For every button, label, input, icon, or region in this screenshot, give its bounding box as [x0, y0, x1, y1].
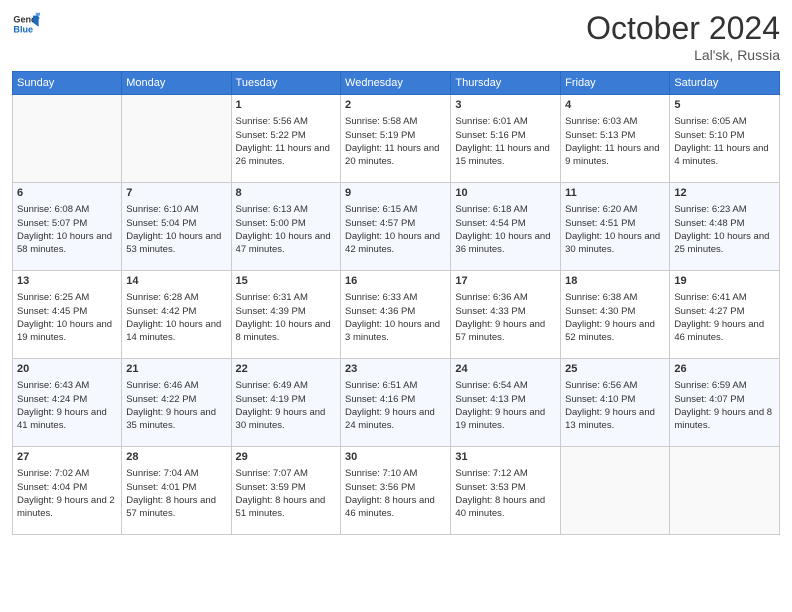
calendar-cell: 10Sunrise: 6:18 AMSunset: 4:54 PMDayligh… [451, 183, 561, 271]
week-row-5: 27Sunrise: 7:02 AMSunset: 4:04 PMDayligh… [13, 447, 780, 535]
day-number: 2 [345, 98, 446, 113]
logo: General Blue [12, 10, 40, 38]
day-number: 19 [674, 274, 775, 289]
calendar-cell: 31Sunrise: 7:12 AMSunset: 3:53 PMDayligh… [451, 447, 561, 535]
day-header-sunday: Sunday [13, 72, 122, 95]
week-row-3: 13Sunrise: 6:25 AMSunset: 4:45 PMDayligh… [13, 271, 780, 359]
day-number: 12 [674, 186, 775, 201]
calendar-cell [122, 95, 231, 183]
day-number: 24 [455, 362, 556, 377]
calendar-cell: 27Sunrise: 7:02 AMSunset: 4:04 PMDayligh… [13, 447, 122, 535]
location: Lal'sk, Russia [586, 47, 780, 63]
day-number: 3 [455, 98, 556, 113]
calendar-cell: 17Sunrise: 6:36 AMSunset: 4:33 PMDayligh… [451, 271, 561, 359]
calendar-cell: 2Sunrise: 5:58 AMSunset: 5:19 PMDaylight… [341, 95, 451, 183]
day-number: 21 [126, 362, 226, 377]
day-number: 29 [236, 450, 336, 465]
day-number: 14 [126, 274, 226, 289]
calendar-cell: 12Sunrise: 6:23 AMSunset: 4:48 PMDayligh… [670, 183, 780, 271]
day-number: 16 [345, 274, 446, 289]
calendar-cell [670, 447, 780, 535]
svg-text:Blue: Blue [13, 24, 33, 34]
calendar-cell: 15Sunrise: 6:31 AMSunset: 4:39 PMDayligh… [231, 271, 340, 359]
calendar-cell: 3Sunrise: 6:01 AMSunset: 5:16 PMDaylight… [451, 95, 561, 183]
day-number: 5 [674, 98, 775, 113]
day-number: 6 [17, 186, 117, 201]
calendar-cell: 19Sunrise: 6:41 AMSunset: 4:27 PMDayligh… [670, 271, 780, 359]
calendar-cell: 6Sunrise: 6:08 AMSunset: 5:07 PMDaylight… [13, 183, 122, 271]
day-number: 9 [345, 186, 446, 201]
calendar-cell: 30Sunrise: 7:10 AMSunset: 3:56 PMDayligh… [341, 447, 451, 535]
day-number: 15 [236, 274, 336, 289]
logo-icon: General Blue [12, 10, 40, 38]
calendar-cell: 9Sunrise: 6:15 AMSunset: 4:57 PMDaylight… [341, 183, 451, 271]
calendar-cell: 1Sunrise: 5:56 AMSunset: 5:22 PMDaylight… [231, 95, 340, 183]
day-header-friday: Friday [561, 72, 670, 95]
calendar-cell: 11Sunrise: 6:20 AMSunset: 4:51 PMDayligh… [561, 183, 670, 271]
calendar-cell: 4Sunrise: 6:03 AMSunset: 5:13 PMDaylight… [561, 95, 670, 183]
day-number: 25 [565, 362, 665, 377]
day-number: 1 [236, 98, 336, 113]
week-row-2: 6Sunrise: 6:08 AMSunset: 5:07 PMDaylight… [13, 183, 780, 271]
day-number: 17 [455, 274, 556, 289]
calendar-cell: 24Sunrise: 6:54 AMSunset: 4:13 PMDayligh… [451, 359, 561, 447]
day-number: 23 [345, 362, 446, 377]
calendar-cell: 13Sunrise: 6:25 AMSunset: 4:45 PMDayligh… [13, 271, 122, 359]
calendar-cell [561, 447, 670, 535]
title-block: October 2024 Lal'sk, Russia [586, 10, 780, 63]
calendar-cell: 20Sunrise: 6:43 AMSunset: 4:24 PMDayligh… [13, 359, 122, 447]
header: General Blue October 2024 Lal'sk, Russia [12, 10, 780, 63]
week-row-4: 20Sunrise: 6:43 AMSunset: 4:24 PMDayligh… [13, 359, 780, 447]
day-number: 27 [17, 450, 117, 465]
calendar-cell: 25Sunrise: 6:56 AMSunset: 4:10 PMDayligh… [561, 359, 670, 447]
day-header-monday: Monday [122, 72, 231, 95]
day-number: 28 [126, 450, 226, 465]
header-row: SundayMondayTuesdayWednesdayThursdayFrid… [13, 72, 780, 95]
day-number: 26 [674, 362, 775, 377]
calendar-cell: 7Sunrise: 6:10 AMSunset: 5:04 PMDaylight… [122, 183, 231, 271]
day-number: 31 [455, 450, 556, 465]
day-header-saturday: Saturday [670, 72, 780, 95]
calendar-cell: 14Sunrise: 6:28 AMSunset: 4:42 PMDayligh… [122, 271, 231, 359]
calendar-cell: 5Sunrise: 6:05 AMSunset: 5:10 PMDaylight… [670, 95, 780, 183]
day-number: 18 [565, 274, 665, 289]
calendar-cell: 18Sunrise: 6:38 AMSunset: 4:30 PMDayligh… [561, 271, 670, 359]
week-row-1: 1Sunrise: 5:56 AMSunset: 5:22 PMDaylight… [13, 95, 780, 183]
day-header-tuesday: Tuesday [231, 72, 340, 95]
calendar-page: General Blue October 2024 Lal'sk, Russia… [0, 0, 792, 612]
day-header-wednesday: Wednesday [341, 72, 451, 95]
day-number: 22 [236, 362, 336, 377]
day-number: 4 [565, 98, 665, 113]
day-number: 11 [565, 186, 665, 201]
day-number: 30 [345, 450, 446, 465]
calendar-cell: 21Sunrise: 6:46 AMSunset: 4:22 PMDayligh… [122, 359, 231, 447]
calendar-cell: 23Sunrise: 6:51 AMSunset: 4:16 PMDayligh… [341, 359, 451, 447]
calendar-cell: 8Sunrise: 6:13 AMSunset: 5:00 PMDaylight… [231, 183, 340, 271]
calendar-cell: 29Sunrise: 7:07 AMSunset: 3:59 PMDayligh… [231, 447, 340, 535]
day-header-thursday: Thursday [451, 72, 561, 95]
calendar-cell: 28Sunrise: 7:04 AMSunset: 4:01 PMDayligh… [122, 447, 231, 535]
day-number: 20 [17, 362, 117, 377]
day-number: 10 [455, 186, 556, 201]
day-number: 13 [17, 274, 117, 289]
day-number: 7 [126, 186, 226, 201]
calendar-cell [13, 95, 122, 183]
day-number: 8 [236, 186, 336, 201]
month-title: October 2024 [586, 10, 780, 47]
calendar-cell: 26Sunrise: 6:59 AMSunset: 4:07 PMDayligh… [670, 359, 780, 447]
calendar-table: SundayMondayTuesdayWednesdayThursdayFrid… [12, 71, 780, 535]
calendar-cell: 22Sunrise: 6:49 AMSunset: 4:19 PMDayligh… [231, 359, 340, 447]
calendar-cell: 16Sunrise: 6:33 AMSunset: 4:36 PMDayligh… [341, 271, 451, 359]
